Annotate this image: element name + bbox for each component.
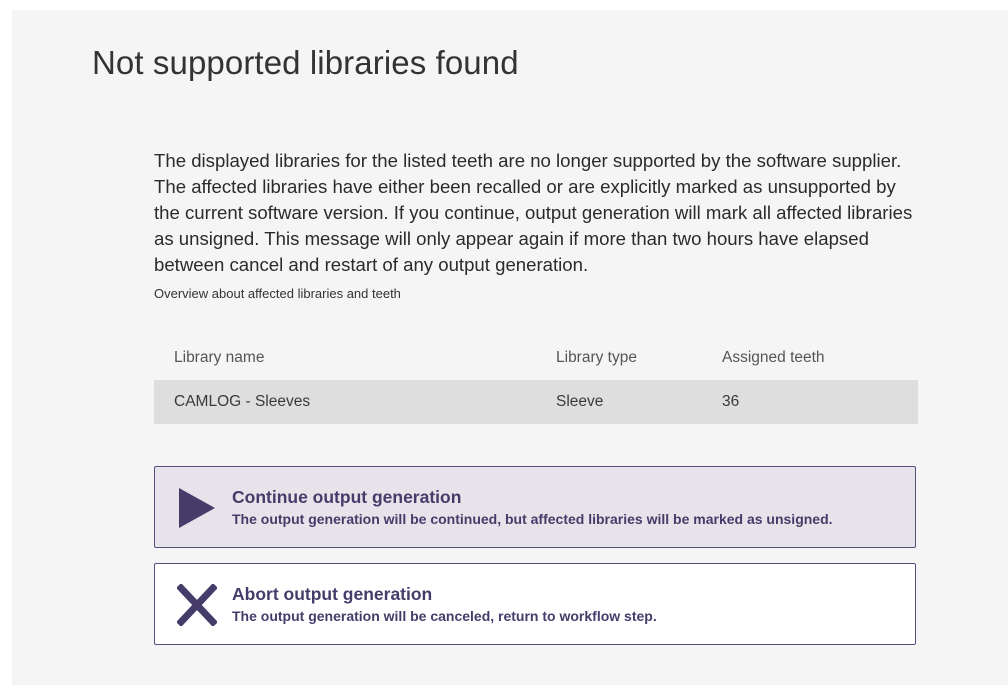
close-icon <box>176 583 218 627</box>
abort-option-description: The output generation will be canceled, … <box>232 608 657 624</box>
table-header-row: Library name Library type Assigned teeth <box>154 336 918 380</box>
dialog-message: The displayed libraries for the listed t… <box>154 150 913 275</box>
table-row: CAMLOG - Sleeves Sleeve 36 <box>154 380 918 424</box>
libraries-table: Library name Library type Assigned teeth… <box>154 336 918 424</box>
abort-option-title: Abort output generation <box>232 584 433 604</box>
play-icon <box>177 487 217 529</box>
dialog-title: Not supported libraries found <box>92 44 519 81</box>
cell-library-type: Sleeve <box>556 393 604 410</box>
continue-option-title: Continue output generation <box>232 487 462 507</box>
column-header-library-type: Library type <box>556 349 637 366</box>
overview-label: Overview about affected libraries and te… <box>154 286 401 301</box>
cell-assigned-teeth: 36 <box>722 393 740 410</box>
column-header-assigned-teeth: Assigned teeth <box>722 349 825 366</box>
continue-output-generation-button[interactable]: Continue output generation The output ge… <box>154 466 916 548</box>
continue-option-description: The output generation will be continued,… <box>232 511 833 527</box>
abort-output-generation-button[interactable]: Abort output generation The output gener… <box>154 563 916 645</box>
dialog-panel: Not supported libraries found The displa… <box>12 10 1008 685</box>
column-header-library-name: Library name <box>174 349 265 366</box>
cell-library-name: CAMLOG - Sleeves <box>174 393 311 410</box>
